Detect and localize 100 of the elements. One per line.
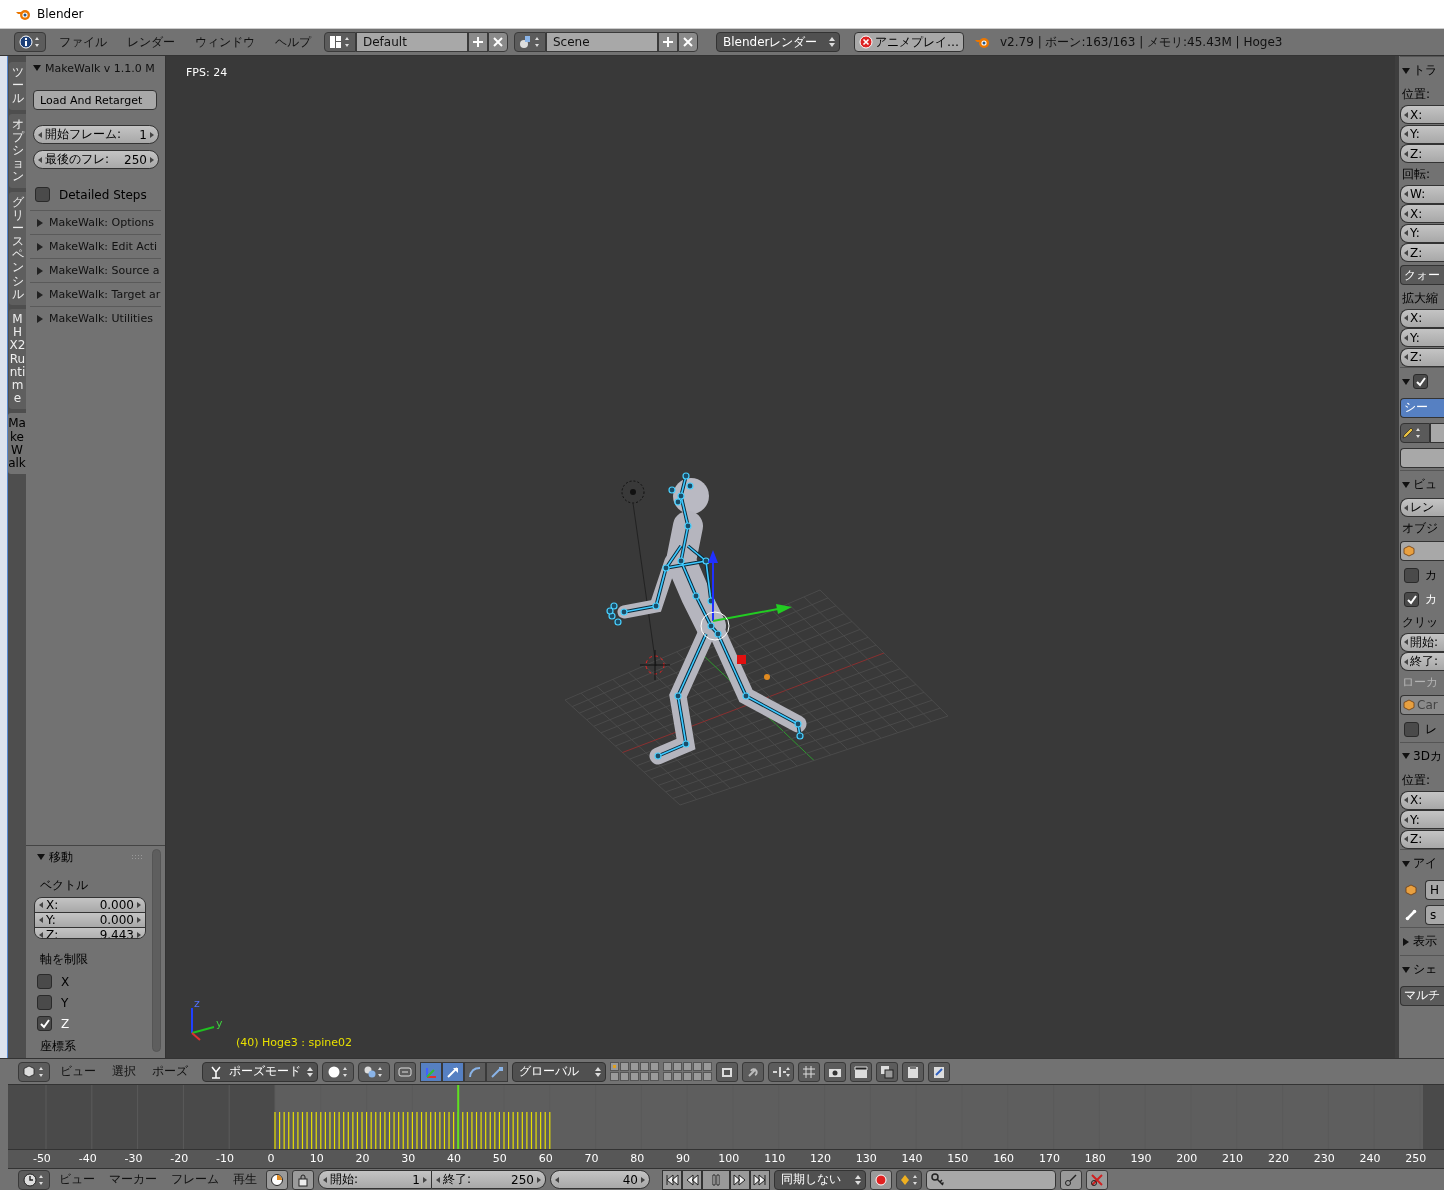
left-arrow-icon[interactable]: [1404, 658, 1408, 665]
delete-keyframe-button[interactable]: [1086, 1169, 1108, 1190]
left-arrow-icon[interactable]: [1404, 315, 1408, 322]
collapsed-triangle-icon[interactable]: [36, 242, 44, 251]
close-button[interactable]: [488, 32, 508, 52]
number-field[interactable]: Z:: [1400, 144, 1444, 164]
expanded-triangle-icon[interactable]: [37, 853, 45, 861]
left-arrow-icon[interactable]: [1404, 210, 1408, 217]
number-field[interactable]: 終了:: [1400, 652, 1444, 672]
preview-range-button[interactable]: [266, 1169, 288, 1190]
layer-button[interactable]: [620, 1062, 629, 1071]
add-button[interactable]: [468, 32, 488, 52]
scene-name-field[interactable]: Scene: [546, 32, 658, 52]
property-button[interactable]: シー: [1400, 397, 1444, 418]
right-arrow-icon[interactable]: [150, 131, 154, 138]
number-field[interactable]: Y:: [1400, 328, 1444, 348]
manipulator-button[interactable]: [464, 1061, 486, 1082]
number-field[interactable]: Y:: [1400, 810, 1444, 830]
collapsed-triangle-icon[interactable]: [36, 290, 44, 299]
left-arrow-icon[interactable]: [1404, 354, 1408, 361]
lock-camera-button[interactable]: [716, 1061, 738, 1082]
panel-title[interactable]: アイ: [1413, 855, 1437, 872]
left-arrow-icon[interactable]: [1404, 797, 1408, 804]
render-animation-button[interactable]: [850, 1061, 872, 1082]
collapsed-triangle-icon[interactable]: [1402, 937, 1410, 946]
panel-title[interactable]: MakeWalk: Target ar: [49, 288, 161, 301]
number-field[interactable]: X:: [1400, 308, 1444, 328]
layer-button[interactable]: [620, 1072, 629, 1081]
tool-shelf-tab[interactable]: MakeWalk: [8, 413, 26, 475]
layer-button[interactable]: [640, 1062, 649, 1071]
tool-shelf-tab[interactable]: MHX2 Runtime: [9, 309, 26, 410]
checkbox[interactable]: [37, 995, 52, 1010]
layer-button[interactable]: [693, 1072, 702, 1081]
number-field[interactable]: Z:: [1400, 347, 1444, 367]
collapsed-triangle-icon[interactable]: [36, 314, 44, 323]
layer-button[interactable]: [673, 1062, 682, 1071]
record-button[interactable]: [870, 1169, 892, 1190]
keying-dropdown[interactable]: [896, 1169, 922, 1190]
number-field[interactable]: Z:: [1400, 243, 1444, 263]
expanded-triangle-icon[interactable]: [1402, 480, 1410, 489]
pencil-dropdown[interactable]: [1400, 422, 1430, 443]
left-arrow-icon[interactable]: [1404, 111, 1408, 118]
editor-type-button[interactable]: [14, 32, 46, 52]
panel-title[interactable]: 3Dカ: [1413, 747, 1442, 765]
left-arrow-icon[interactable]: [39, 902, 43, 908]
number-field[interactable]: Y:: [1400, 124, 1444, 144]
menu-item[interactable]: ビュー: [54, 1171, 100, 1188]
expanded-triangle-icon[interactable]: [1402, 752, 1410, 760]
paste-flipped-button[interactable]: [928, 1061, 950, 1082]
number-field[interactable]: 開始:: [1400, 632, 1444, 652]
previous-keyframe-button[interactable]: [682, 1169, 702, 1190]
menu-item[interactable]: 選択: [106, 1063, 142, 1080]
expanded-triangle-icon[interactable]: [1402, 859, 1410, 868]
name-field[interactable]: H: [1425, 879, 1444, 900]
interaction-mode-dropdown[interactable]: ポーズモード: [202, 1061, 318, 1082]
checkbox[interactable]: [1404, 722, 1419, 737]
scrollbar[interactable]: [152, 849, 161, 1052]
panel-title[interactable]: シェ: [1413, 961, 1437, 978]
pause-button[interactable]: [702, 1169, 730, 1190]
jump-to-start-button[interactable]: [662, 1169, 682, 1190]
collapsed-triangle-icon[interactable]: [36, 218, 44, 227]
left-arrow-icon[interactable]: [323, 1176, 327, 1183]
panel-title[interactable]: MakeWalk: Options: [49, 216, 154, 229]
menu-item[interactable]: ウィンドウ: [188, 33, 262, 51]
left-arrow-icon[interactable]: [1404, 504, 1408, 511]
layer-button[interactable]: [663, 1072, 672, 1081]
left-arrow-icon[interactable]: [1404, 191, 1408, 198]
screen-layout-button[interactable]: [324, 32, 356, 52]
number-field[interactable]: Z:: [1400, 829, 1444, 849]
number-field[interactable]: W:: [1400, 184, 1444, 204]
checkbox[interactable]: [1404, 592, 1419, 607]
expanded-triangle-icon[interactable]: [1402, 66, 1410, 75]
left-arrow-icon[interactable]: [555, 1176, 559, 1183]
menu-item[interactable]: 再生: [228, 1171, 262, 1188]
layout-name-field[interactable]: Default: [356, 32, 468, 52]
menu-item[interactable]: レンダー: [120, 33, 182, 51]
left-arrow-icon[interactable]: [1404, 230, 1408, 237]
layer-button[interactable]: [610, 1072, 619, 1081]
panel-title[interactable]: MakeWalk v 1.1.0 M: [45, 61, 155, 75]
number-field[interactable]: X:: [1400, 790, 1444, 810]
right-arrow-icon[interactable]: [137, 917, 141, 923]
property-button[interactable]: クォー: [1400, 265, 1444, 285]
right-arrow-icon[interactable]: [537, 1176, 541, 1183]
right-arrow-icon[interactable]: [137, 932, 141, 938]
grid-button[interactable]: [798, 1061, 820, 1082]
checkbox[interactable]: [37, 974, 52, 989]
layer-button[interactable]: [663, 1062, 672, 1071]
insert-keyframe-button[interactable]: [1060, 1169, 1082, 1190]
layer-button[interactable]: [610, 1062, 619, 1071]
left-arrow-icon[interactable]: [1404, 334, 1408, 341]
frame-number-field[interactable]: 開始フレーム: 1: [33, 125, 159, 144]
number-field[interactable]: レン: [1400, 498, 1444, 518]
left-arrow-icon[interactable]: [436, 1176, 440, 1183]
shading-dropdown[interactable]: [322, 1061, 354, 1082]
panel-title[interactable]: トラ: [1413, 62, 1437, 79]
tool-shelf-tab[interactable]: グリースペンシル: [9, 191, 26, 305]
menu-item[interactable]: ファイル: [52, 33, 114, 51]
collapsed-triangle-icon[interactable]: [36, 266, 44, 275]
tool-shelf-tab[interactable]: オプション: [9, 113, 26, 188]
property-button[interactable]: [1400, 447, 1444, 468]
